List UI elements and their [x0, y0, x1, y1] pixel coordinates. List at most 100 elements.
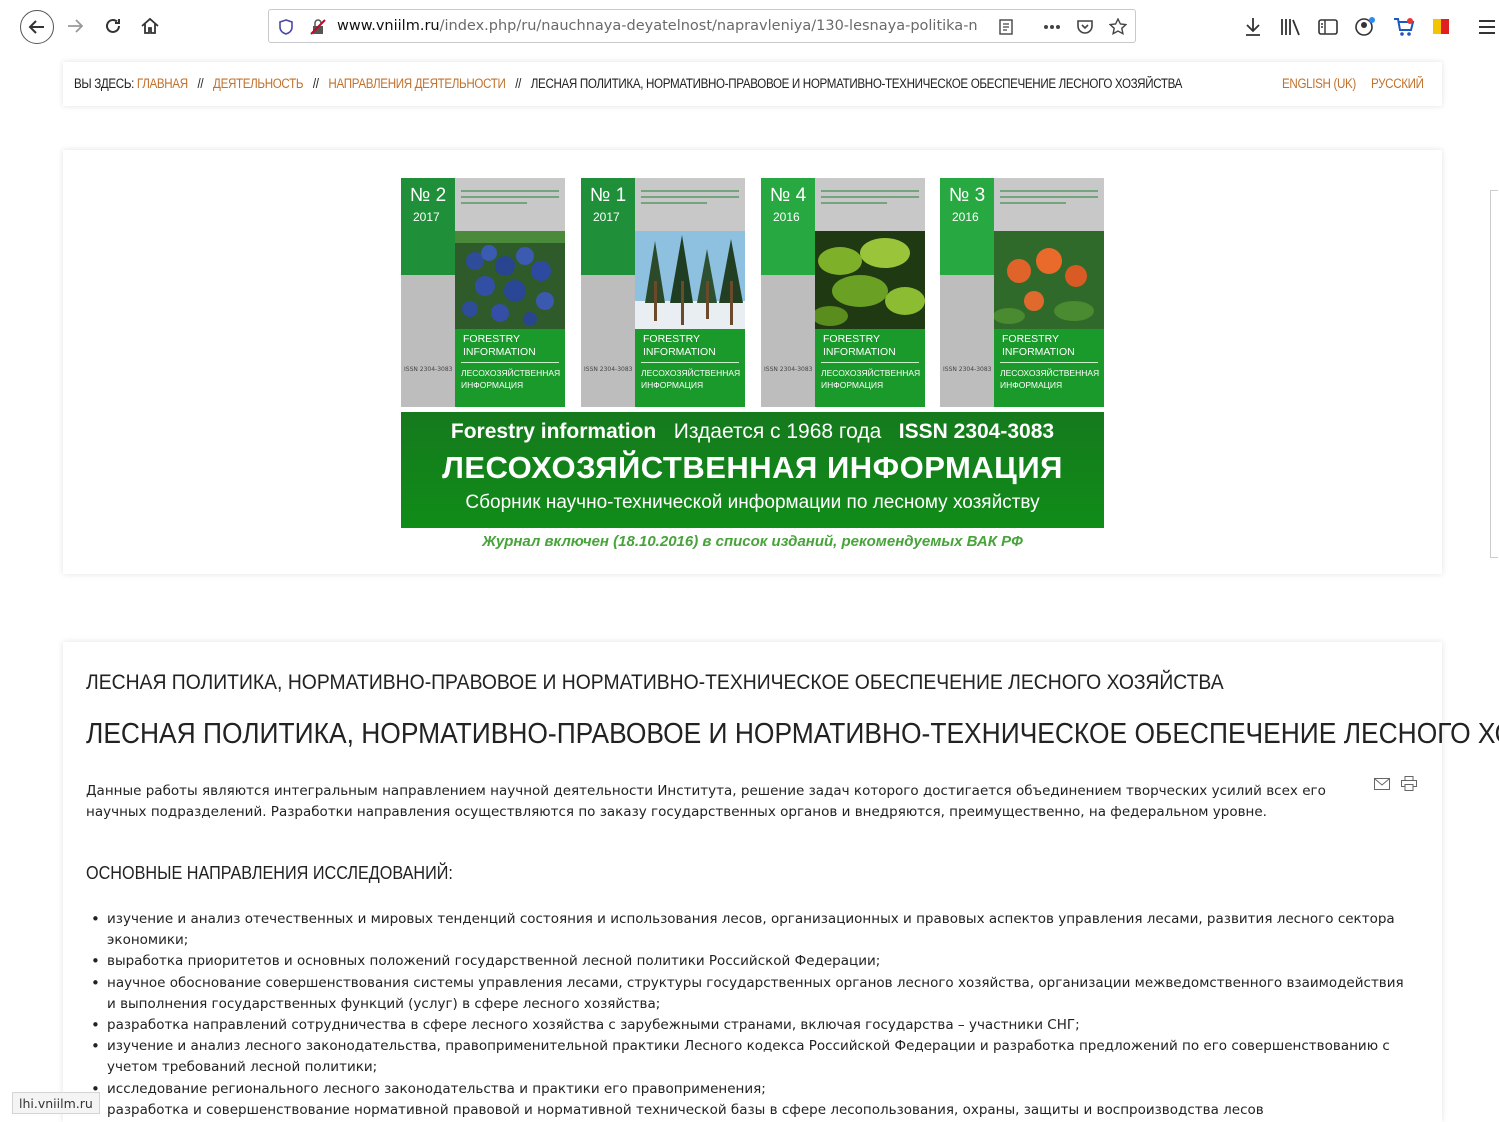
- breadcrumb-prefix: ВЫ ЗДЕСЬ:: [74, 76, 135, 91]
- article-category-title: ЛЕСНАЯ ПОЛИТИКА, НОРМАТИВНО-ПРАВОВОЕ И Н…: [86, 670, 1224, 694]
- browser-toolbar: www.vniilm.ru/index.php/ru/nauchnaya-dey…: [0, 0, 1499, 50]
- pine-forest-photo: [635, 231, 745, 329]
- breadcrumb-activity-link[interactable]: ДЕЯТЕЛЬНОСТЬ: [213, 76, 303, 91]
- cover-issn: ISSN 2304-3083: [943, 366, 992, 373]
- address-bar[interactable]: www.vniilm.ru/index.php/ru/nauchnaya-dey…: [268, 9, 1136, 43]
- bookmark-star-icon[interactable]: [1107, 16, 1129, 38]
- list-item: разработка и совершенствование нормативн…: [86, 1100, 1406, 1121]
- cover-title-bar: FORESTRY INFORMATION ЛЕСОХОЗЯЙСТВЕННАЯ И…: [994, 329, 1104, 407]
- journal-covers: № 2 2017 FORESTRY INFORMATION ЛЕСОХОЗЯЙС…: [401, 178, 1104, 407]
- journal-title-banner[interactable]: Forestry information Издается с 1968 год…: [401, 412, 1104, 528]
- cover-number-box: № 1 2017: [581, 178, 635, 275]
- sidebar-icon[interactable]: [1313, 12, 1343, 42]
- url-host: www.vniilm.ru: [337, 18, 440, 34]
- cover-title: FORESTRY INFORMATION: [463, 333, 536, 358]
- breadcrumb-separator: //: [197, 76, 204, 91]
- cover-title: FORESTRY INFORMATION: [1002, 333, 1075, 358]
- journal-name-ru: ЛЕСОХОЗЯЙСТВЕННАЯ ИНФОРМАЦИЯ: [442, 450, 1063, 485]
- journal-subtitle: Сборник научно-технической информации по…: [465, 492, 1040, 513]
- research-directions-list: изучение и анализ отечественных и мировы…: [86, 909, 1406, 1121]
- cover-title-bar: FORESTRY INFORMATION ЛЕСОХОЗЯЙСТВЕННАЯ И…: [635, 329, 745, 407]
- list-item: исследование регионального лесного закон…: [86, 1079, 1406, 1100]
- article-title: ЛЕСНАЯ ПОЛИТИКА, НОРМАТИВНО-ПРАВОВОЕ И Н…: [86, 718, 1499, 750]
- breadcrumb-trail: ВЫ ЗДЕСЬ: ГЛАВНАЯ // ДЕЯТЕЛЬНОСТЬ // НАП…: [74, 76, 1182, 91]
- cover-number: № 4: [770, 185, 807, 206]
- home-icon: [141, 17, 159, 34]
- breadcrumb-separator: //: [515, 76, 521, 91]
- article: ЛЕСНАЯ ПОЛИТИКА, НОРМАТИВНО-ПРАВОВОЕ И Н…: [63, 642, 1499, 1122]
- reader-view-icon[interactable]: [995, 16, 1017, 38]
- pocket-icon[interactable]: [1074, 16, 1096, 38]
- more-actions-icon[interactable]: [1041, 16, 1063, 38]
- cover-title: FORESTRY INFORMATION: [823, 333, 896, 358]
- list-item: изучение и анализ лесного законодательст…: [86, 1036, 1406, 1078]
- cover-year: 2016: [773, 210, 800, 224]
- breadcrumb-directions-link[interactable]: НАПРАВЛЕНИЯ ДЕЯТЕЛЬНОСТИ: [328, 76, 505, 91]
- journal-cover[interactable]: № 2 2017 FORESTRY INFORMATION ЛЕСОХОЗЯЙС…: [401, 178, 565, 407]
- cover-issn: ISSN 2304-3083: [764, 366, 813, 373]
- cover-year: 2016: [952, 210, 979, 224]
- print-icon[interactable]: [1401, 776, 1417, 795]
- journal-since: Издается с 1968 года: [673, 420, 882, 443]
- list-item: разработка направлений сотрудничества в …: [86, 1015, 1406, 1036]
- cover-issn: ISSN 2304-3083: [404, 366, 453, 373]
- lang-english-link[interactable]: ENGLISH (UK): [1282, 76, 1356, 91]
- email-icon[interactable]: [1374, 776, 1390, 794]
- shield-icon[interactable]: [275, 16, 297, 38]
- breadcrumb-current: ЛЕСНАЯ ПОЛИТИКА, НОРМАТИВНО-ПРАВОВОЕ И Н…: [530, 76, 1183, 91]
- reload-button[interactable]: [98, 11, 128, 41]
- cover-title-ru: ЛЕСОХОЗЯЙСТВЕННАЯ ИНФОРМАЦИЯ: [821, 368, 921, 390]
- article-intro: Данные работы являются интегральным напр…: [86, 783, 1326, 820]
- banner-line-1: Forestry information Издается с 1968 год…: [401, 420, 1104, 444]
- cover-number-box: № 2 2017: [401, 178, 455, 275]
- url-text[interactable]: www.vniilm.ru/index.php/ru/nauchnaya-dey…: [337, 18, 977, 34]
- cover-title-ru: ЛЕСОХОЗЯЙСТВЕННАЯ ИНФОРМАЦИЯ: [641, 368, 741, 390]
- journal-cover[interactable]: № 3 2016 FORESTRY INFORMATION ЛЕСОХОЗЯЙС…: [940, 178, 1104, 407]
- scrollbar[interactable]: [1490, 190, 1498, 558]
- cover-number: № 1: [590, 185, 627, 206]
- flag-extension-icon[interactable]: [1426, 12, 1456, 42]
- cover-number: № 2: [410, 185, 447, 206]
- journal-cover[interactable]: № 4 2016 FORESTRY INFORMATION ЛЕСОХОЗЯЙС…: [761, 178, 925, 407]
- journal-banner: № 2 2017 FORESTRY INFORMATION ЛЕСОХОЗЯЙС…: [63, 150, 1442, 574]
- lang-russian-link[interactable]: РУССКИЙ: [1371, 76, 1424, 91]
- cover-year: 2017: [413, 210, 440, 224]
- reload-icon: [106, 18, 120, 33]
- cover-title-bar: FORESTRY INFORMATION ЛЕСОХОЗЯЙСТВЕННАЯ И…: [455, 329, 565, 407]
- menu-icon[interactable]: [1472, 12, 1499, 42]
- status-link-preview: lhi.vniilm.ru: [12, 1092, 100, 1114]
- back-button[interactable]: [20, 10, 54, 44]
- journal-cover[interactable]: № 1 2017 FORESTRY INFORMATION ЛЕСОХОЗЯЙС…: [581, 178, 745, 407]
- list-item: изучение и анализ отечественных и мировы…: [86, 909, 1406, 951]
- journal-issn: ISSN 2304-3083: [898, 420, 1055, 443]
- cover-title: FORESTRY INFORMATION: [643, 333, 716, 358]
- cover-number: № 3: [949, 185, 986, 206]
- breadcrumb-home-link[interactable]: ГЛАВНАЯ: [137, 76, 188, 91]
- cloudberry-photo: [994, 231, 1104, 329]
- list-item: научное обоснование совершенствования си…: [86, 973, 1406, 1015]
- oak-leaves-photo: [815, 231, 925, 329]
- breadcrumb-separator: //: [312, 76, 319, 91]
- home-button[interactable]: [135, 11, 165, 41]
- journal-name-en: Forestry information: [450, 420, 657, 443]
- cover-issn: ISSN 2304-3083: [584, 366, 633, 373]
- vak-notice: Журнал включен (18.10.2016) в список изд…: [482, 533, 1023, 550]
- url-path: /index.php/ru/nauchnaya-deyatelnost/napr…: [439, 18, 977, 34]
- account-icon[interactable]: [1350, 12, 1380, 42]
- downloads-icon[interactable]: [1238, 12, 1268, 42]
- list-item: выработка приоритетов и основных положен…: [86, 951, 1406, 972]
- back-arrow-icon: [28, 20, 44, 34]
- insecure-lock-icon[interactable]: [307, 16, 329, 38]
- forward-button[interactable]: [60, 11, 90, 41]
- research-directions-heading: ОСНОВНЫЕ НАПРАВЛЕНИЯ ИССЛЕДОВАНИЙ:: [86, 863, 453, 883]
- cover-title-ru: ЛЕСОХОЗЯЙСТВЕННАЯ ИНФОРМАЦИЯ: [1000, 368, 1100, 390]
- cart-extension-icon[interactable]: [1389, 12, 1419, 42]
- forward-arrow-icon: [68, 19, 84, 33]
- library-icon[interactable]: [1276, 12, 1306, 42]
- breadcrumb: ВЫ ЗДЕСЬ: ГЛАВНАЯ // ДЕЯТЕЛЬНОСТЬ // НАП…: [63, 62, 1442, 106]
- cover-title-bar: FORESTRY INFORMATION ЛЕСОХОЗЯЙСТВЕННАЯ И…: [815, 329, 925, 407]
- blueberry-photo: [455, 231, 565, 329]
- cover-year: 2017: [593, 210, 620, 224]
- cover-number-box: № 3 2016: [940, 178, 994, 275]
- cover-title-ru: ЛЕСОХОЗЯЙСТВЕННАЯ ИНФОРМАЦИЯ: [461, 368, 561, 390]
